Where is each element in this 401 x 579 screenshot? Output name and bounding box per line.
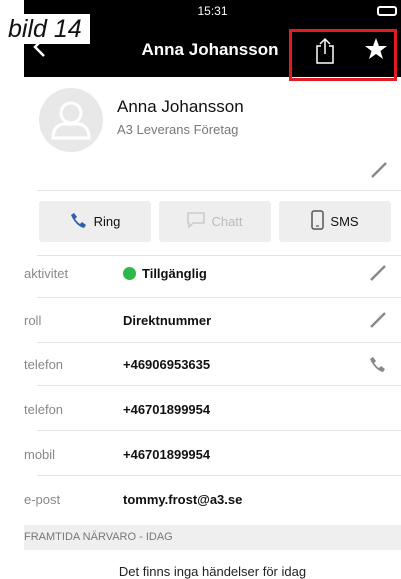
detail-value: Tillgänglig [123,266,207,281]
detail-value: +46701899954 [123,402,211,417]
detail-label: telefon [24,402,64,417]
contact-company: A3 Leverans Företag [117,122,239,137]
avatar [39,88,103,152]
call-label: Ring [93,214,121,229]
detail-label: e-post [24,492,61,507]
divider [37,385,401,386]
detail-value: +46701899954 [123,447,211,462]
divider [37,190,401,191]
detail-value: +46906953635 [123,357,211,372]
divider [37,297,401,298]
detail-label: aktivitet [24,266,69,281]
detail-row-mobile[interactable]: mobil +46701899954 [24,433,401,477]
divider [37,475,401,476]
highlight-annotation [289,29,397,81]
detail-row-email[interactable]: e-post tommy.frost@a3.se [24,478,401,522]
detail-label: roll [24,313,42,328]
mobile-phone-icon [311,210,325,233]
phone-icon [70,211,88,232]
chat-label: Chatt [211,214,243,229]
chat-button[interactable]: Chatt [159,201,271,242]
edit-pencil-icon[interactable] [370,161,388,184]
battery-icon [377,6,397,16]
detail-row-phone[interactable]: telefon +46906953635 [24,343,401,387]
edit-pencil-icon[interactable] [369,264,387,287]
detail-row-phone[interactable]: telefon +46701899954 [24,388,401,432]
contact-name: Anna Johansson [117,97,244,116]
edit-pencil-icon[interactable] [369,311,387,334]
phone-icon[interactable] [369,355,387,378]
sms-label: SMS [330,214,359,229]
detail-value: tommy.frost@a3.se [123,492,243,507]
divider [37,430,401,431]
sms-button[interactable]: SMS [279,201,391,242]
chat-bubble-icon [187,212,206,231]
status-dot-icon [123,267,136,280]
section-header: FRAMTIDA NÄRVARO - IDAG [24,525,401,550]
detail-row-role[interactable]: roll Direktnummer [24,299,401,343]
detail-row-activity[interactable]: aktivitet Tillgänglig [24,252,401,296]
page-label: bild 14 [5,14,90,44]
detail-value: Direktnummer [123,313,212,328]
call-button[interactable]: Ring [39,201,151,242]
nav-title: Anna Johansson [141,40,279,59]
detail-label: telefon [24,357,64,372]
detail-label: mobil [24,447,56,462]
